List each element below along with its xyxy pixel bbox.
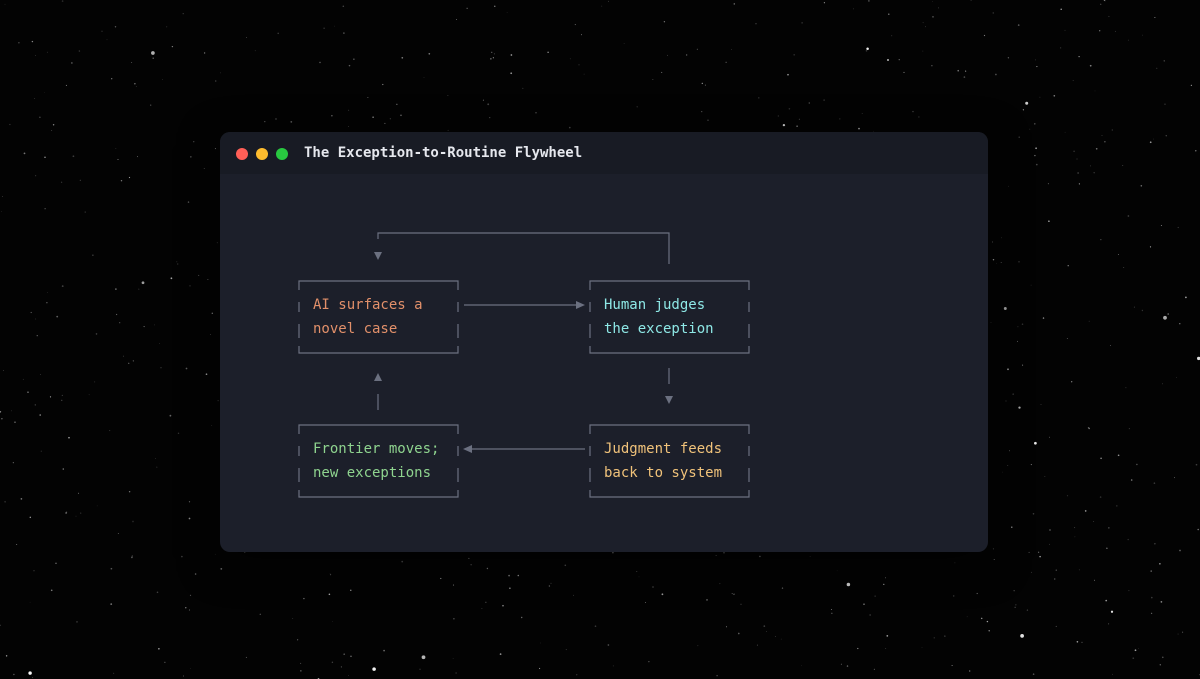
diagram-window: The Exception-to-Routine Flywheel AI sur… [220, 132, 988, 552]
node-judgment: Judgment feeds back to system [589, 424, 750, 498]
node-frontier-line-1: Frontier moves; [313, 441, 439, 457]
node-frontier-line-2: new exceptions [313, 465, 431, 481]
node-ai-line-2: novel case [313, 321, 397, 337]
node-ai: AI surfaces a novel case [298, 280, 459, 354]
node-human-frame [589, 280, 750, 354]
edge-ai-to-human [464, 301, 585, 309]
node-frontier-frame [298, 424, 459, 498]
node-ai-line-1: AI surfaces a [313, 297, 423, 313]
node-human-line-2: the exception [604, 321, 714, 337]
node-judgment-line-2: back to system [604, 465, 722, 481]
edge-judgment-to-frontier [463, 445, 585, 453]
flywheel-diagram: AI surfaces a novel case Human judges the e… [298, 232, 750, 498]
node-judgment-line-1: Judgment feeds [604, 441, 722, 457]
node-frontier: Frontier moves; new exceptions [298, 424, 459, 498]
edge-human-to-ai [374, 232, 670, 264]
node-human-line-1: Human judges [604, 297, 705, 313]
edge-human-to-judgment [665, 368, 673, 404]
edge-frontier-to-ai [374, 373, 382, 410]
node-judgment-frame [589, 424, 750, 498]
node-ai-frame [298, 280, 459, 354]
node-human: Human judges the exception [589, 280, 750, 354]
